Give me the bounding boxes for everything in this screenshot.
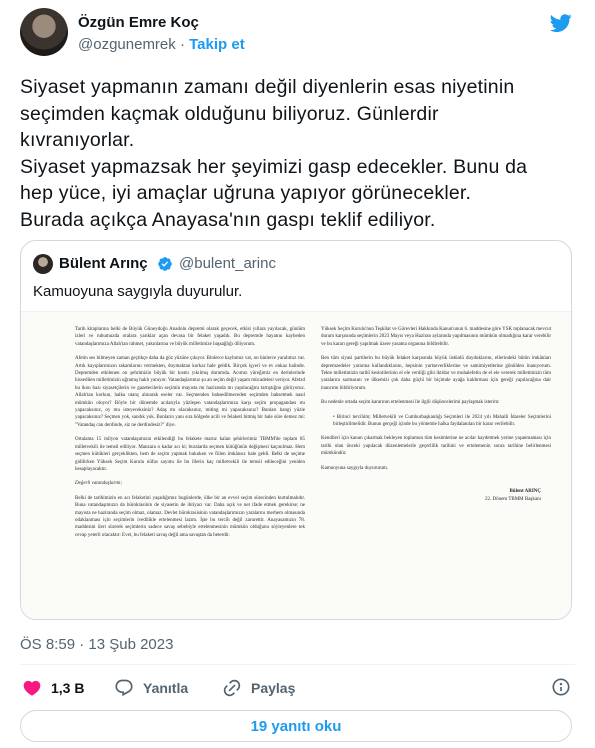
- document-paragraph: Ben tüm siyasi partilerin bu büyük felak…: [321, 356, 551, 391]
- follow-button[interactable]: Takip et: [189, 36, 245, 53]
- document-paragraph: Afetin ses bilmeyen zaman geçtikçe daha …: [75, 356, 305, 428]
- share-label: Paylaş: [251, 680, 296, 696]
- verified-badge-icon: [158, 257, 172, 271]
- like-count: 1,3 B: [51, 680, 85, 696]
- author-avatar[interactable]: [20, 8, 68, 56]
- document-paragraph: Ortalama 15 milyon vatandaşımızın etkile…: [75, 437, 305, 472]
- tweet-line: hep yüce, iyi amaçlar uğruna yapıyor gör…: [20, 182, 472, 205]
- document-paragraph: Kendileri için kanun çıkarmak bekleyen t…: [321, 436, 551, 457]
- read-replies-button[interactable]: 19 yanıtı oku: [20, 710, 572, 742]
- document-right-column: Yüksek Seçim Kurulu'nun Teşkilat ve Göre…: [321, 326, 551, 510]
- tweet-header: Özgün Emre Koç @ozgunemrek · Takip et: [20, 8, 580, 60]
- quoted-author-avatar: [33, 254, 53, 274]
- reply-button[interactable]: Yanıtla: [114, 677, 188, 699]
- separator-dot: ·: [179, 36, 185, 53]
- twitter-bird-icon[interactable]: [548, 12, 574, 34]
- tweet-timestamp[interactable]: ÖS 8:59 · 13 Şub 2023: [20, 636, 173, 653]
- author-handle[interactable]: @ozgunemrek: [78, 36, 176, 53]
- reply-label: Yanıtla: [143, 680, 189, 696]
- document-signature-name: Bülent ARINÇ: [509, 489, 541, 495]
- document-paragraph: Belki de tarihimizin en acı felaketini y…: [75, 495, 305, 538]
- copy-link-button[interactable]: Paylaş: [222, 677, 295, 699]
- divider: [20, 664, 575, 665]
- document-paragraph: Tarih kitaplarına belki de Büyük Güneydo…: [75, 327, 305, 347]
- link-icon: [223, 679, 241, 697]
- quoted-tweet-text: Kamuoyuna saygıyla duyurulur.: [33, 283, 243, 300]
- tweet-actions: 1,3 B Yanıtla Paylaş: [20, 677, 575, 701]
- document-paragraph: Değerli vatandaşlarım;: [75, 481, 123, 487]
- document-paragraph: Bu nedenle ortada seçim kararının ertele…: [321, 400, 500, 406]
- author-handle-row: @ozgunemrek · Takip et: [78, 36, 245, 53]
- like-button[interactable]: 1,3 B: [22, 677, 84, 699]
- document-paragraph: Yüksek Seçim Kurulu'nun Teşkilat ve Göre…: [321, 327, 552, 347]
- tweet-line: kıvranıyorlar.: [20, 129, 135, 152]
- reply-bubble-icon: [115, 679, 133, 697]
- tweet-line: Burada açıkça Anayasa'nın gaspı teklif e…: [20, 208, 436, 231]
- info-icon[interactable]: [551, 677, 571, 697]
- quoted-tweet[interactable]: Bülent Arınç @bulent_arinc Kamuoyuna say…: [20, 240, 572, 620]
- author-name[interactable]: Özgün Emre Koç: [78, 14, 199, 31]
- heart-icon: [23, 680, 41, 696]
- document-left-column: Tarih kitaplarına belki de Büyük Güneydo…: [75, 326, 305, 546]
- document-paragraph: Kamuoyuna saygıyla duyururum.: [321, 465, 389, 471]
- quoted-author-name: Bülent Arınç: [59, 255, 148, 272]
- tweet-body: Siyaset yapmanın zamanı değil diyenlerin…: [20, 74, 580, 234]
- tweet-line: seçimden kaçmak olduğunu biliyoruz. Günl…: [20, 102, 439, 125]
- document-signature-title: 22. Dönem TBMM Başkanı: [484, 496, 541, 502]
- tweet-line: Siyaset yapmazsak her şeyimizi gasp edec…: [20, 155, 528, 178]
- tweet-line: Siyaset yapmanın zamanı değil diyenlerin…: [20, 76, 515, 98]
- statement-document-image[interactable]: Tarih kitaplarına belki de Büyük Güneydo…: [21, 311, 571, 619]
- document-paragraph: • Birinci tercihim; Milletvekili ve Cumh…: [333, 414, 551, 428]
- quoted-author-handle: @bulent_arinc: [179, 255, 276, 272]
